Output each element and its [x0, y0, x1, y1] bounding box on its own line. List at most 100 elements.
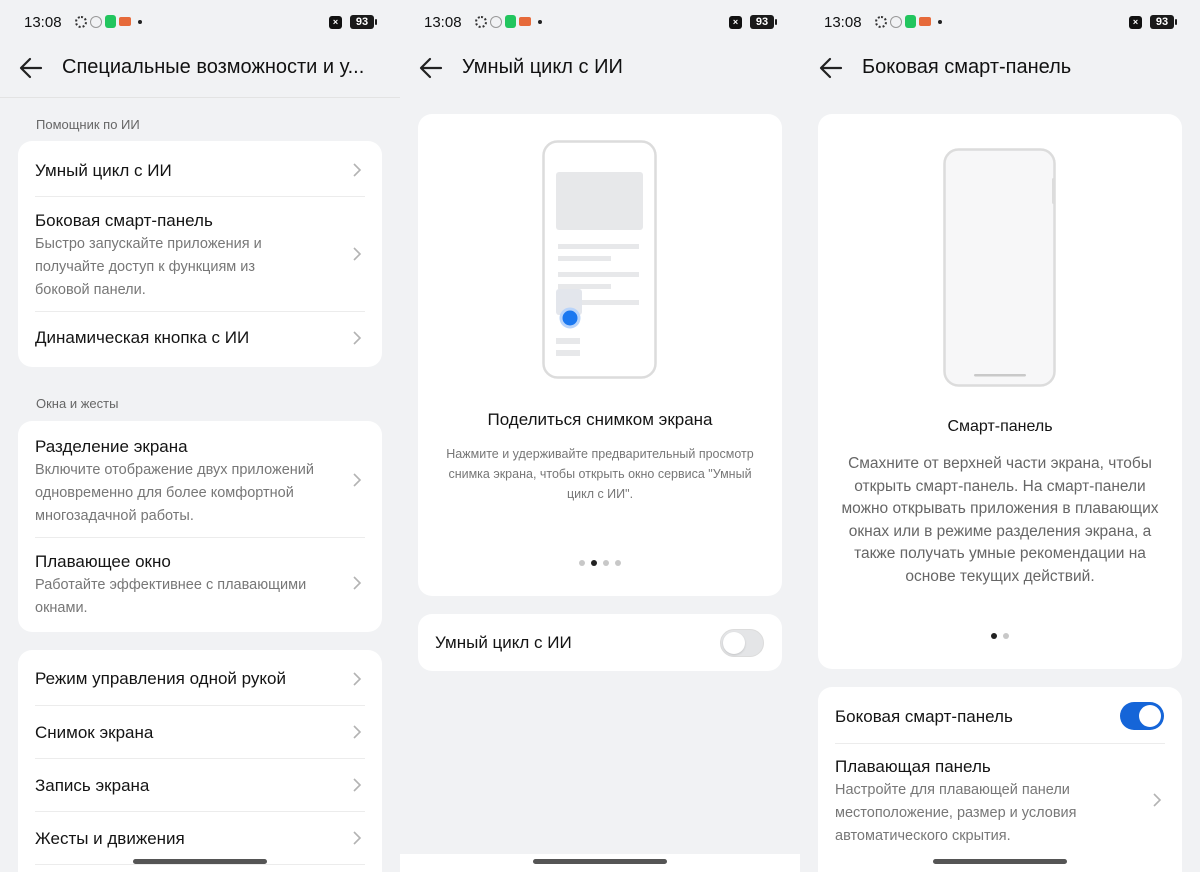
toggle-row-ai-loop[interactable]: Умный цикл с ИИ: [435, 633, 765, 653]
toggle-label: Умный цикл с ИИ: [435, 633, 572, 652]
page-dot[interactable]: [1003, 633, 1009, 639]
info-icon: [890, 15, 902, 28]
toggle-label: Боковая смарт-панель: [835, 707, 1013, 726]
chevron-right-icon: [353, 778, 362, 792]
status-bar: 13:08 × 93: [800, 0, 1200, 44]
page-dot-active[interactable]: [591, 560, 597, 566]
list-item-one-hand[interactable]: Режим управления одной рукой: [35, 669, 365, 689]
settings-icon: [475, 15, 487, 28]
list-item-screen-record[interactable]: Запись экрана: [35, 776, 365, 796]
chevron-right-icon: [353, 725, 362, 739]
header: Специальные возможности и у...: [0, 50, 400, 88]
item-label: Снимок экрана: [35, 723, 154, 742]
divider: [35, 311, 365, 312]
item-label: Запись экрана: [35, 776, 150, 795]
item-label: Умный цикл с ИИ: [35, 161, 172, 180]
toggle-knob: [1139, 705, 1161, 727]
status-time: 13:08: [824, 14, 862, 31]
ai-card: Умный цикл с ИИ Боковая смарт-панель Быс…: [18, 141, 382, 367]
info-icon: [90, 15, 102, 28]
home-indicator[interactable]: [133, 859, 267, 864]
tools-card: Режим управления одной рукой Снимок экра…: [18, 650, 382, 872]
illustration-card: Смарт-панель Смахните от верхней части э…: [818, 114, 1182, 669]
home-indicator[interactable]: [533, 859, 667, 864]
page-indicator[interactable]: [818, 633, 1182, 639]
screen-smart-panel: 13:08 × 93 Боковая смарт-панель Смарт-па…: [800, 0, 1200, 872]
screen-accessibility: 13:08 × 93 Специальные возможности и у..…: [0, 0, 400, 872]
no-sim-icon: ×: [1129, 15, 1142, 29]
page-dot[interactable]: [615, 560, 621, 566]
status-right: × 93: [1129, 15, 1177, 29]
list-item-floating-window[interactable]: Плавающее окно Работайте эффективнее с п…: [35, 552, 365, 620]
app-notification-icon: [905, 15, 916, 28]
page-indicator[interactable]: [418, 560, 782, 566]
phone-illustration: [943, 148, 1056, 387]
settings-icon: [75, 15, 87, 28]
battery-indicator: 93: [1150, 15, 1177, 29]
notification-icons: [475, 15, 542, 28]
app-notification-icon: [505, 15, 516, 28]
no-sim-icon: ×: [329, 15, 342, 29]
back-arrow-icon[interactable]: [818, 55, 844, 81]
status-time: 13:08: [424, 14, 462, 31]
item-label: Разделение экрана: [35, 437, 188, 456]
page-title: Специальные возможности и у...: [62, 56, 365, 78]
toggle-knob: [723, 632, 745, 654]
more-notifications-icon: [538, 19, 542, 24]
no-sim-icon: ×: [729, 15, 742, 29]
item-description: Быстро запускайте приложения и получайте…: [35, 236, 262, 298]
chevron-right-icon: [353, 247, 362, 261]
status-right: × 93: [729, 15, 777, 29]
divider: [35, 811, 365, 812]
page-title: Боковая смарт-панель: [862, 56, 1072, 78]
back-arrow-icon[interactable]: [18, 55, 44, 81]
phone-illustration: [542, 140, 657, 379]
toggle-row-smart-panel[interactable]: Боковая смарт-панель: [835, 707, 1165, 727]
list-item-ai-loop[interactable]: Умный цикл с ИИ: [35, 161, 365, 181]
header: Умный цикл с ИИ: [400, 50, 800, 88]
item-description: Включите отображение двух приложений одн…: [35, 462, 314, 524]
divider: [35, 864, 365, 865]
home-indicator[interactable]: [933, 859, 1067, 864]
divider: [35, 537, 365, 538]
chevron-right-icon: [353, 831, 362, 845]
chevron-right-icon: [353, 331, 362, 345]
item-label: Жесты и движения: [35, 829, 185, 848]
divider: [835, 743, 1165, 744]
settings-card: Боковая смарт-панель Плавающая панель На…: [818, 687, 1182, 872]
card-description: Смахните от верхней части экрана, чтобы …: [841, 455, 1159, 585]
status-time: 13:08: [24, 14, 62, 31]
list-item-floating-panel[interactable]: Плавающая панель Настройте для плавающей…: [835, 757, 1165, 848]
status-right: × 93: [329, 15, 377, 29]
list-item-screenshot[interactable]: Снимок экрана: [35, 723, 365, 743]
more-notifications-icon: [138, 19, 142, 24]
back-arrow-icon[interactable]: [418, 55, 444, 81]
settings-icon: [875, 15, 887, 28]
toggle-card: Умный цикл с ИИ: [418, 614, 782, 671]
app-notification-icon: [105, 15, 116, 28]
ai-loop-toggle[interactable]: [720, 629, 764, 657]
page-dot[interactable]: [579, 560, 585, 566]
list-item-gestures[interactable]: Жесты и движения: [35, 829, 365, 849]
screens-row: 13:08 × 93 Специальные возможности и у..…: [0, 0, 1200, 872]
smart-panel-toggle[interactable]: [1120, 702, 1164, 730]
item-label: Боковая смарт-панель: [35, 211, 213, 230]
page-dot[interactable]: [603, 560, 609, 566]
status-bar: 13:08 × 93: [400, 0, 800, 44]
info-icon: [490, 15, 502, 28]
chevron-right-icon: [353, 163, 362, 177]
item-label: Плавающая панель: [835, 757, 991, 776]
page-dot-active[interactable]: [991, 633, 997, 639]
app-notification-icon: [119, 17, 131, 26]
header-divider: [0, 97, 400, 98]
list-item-smart-panel[interactable]: Боковая смарт-панель Быстро запускайте п…: [35, 211, 365, 302]
notification-icons: [75, 15, 142, 28]
list-item-split-screen[interactable]: Разделение экрана Включите отображение д…: [35, 437, 365, 528]
item-label: Режим управления одной рукой: [35, 669, 286, 688]
list-item-dynamic-button[interactable]: Динамическая кнопка с ИИ: [35, 328, 365, 348]
notification-icons: [875, 15, 942, 28]
battery-indicator: 93: [750, 15, 777, 29]
item-label: Динамическая кнопка с ИИ: [35, 328, 250, 347]
page-title: Умный цикл с ИИ: [462, 56, 623, 78]
item-description: Работайте эффективнее с плавающими окнам…: [35, 577, 307, 616]
